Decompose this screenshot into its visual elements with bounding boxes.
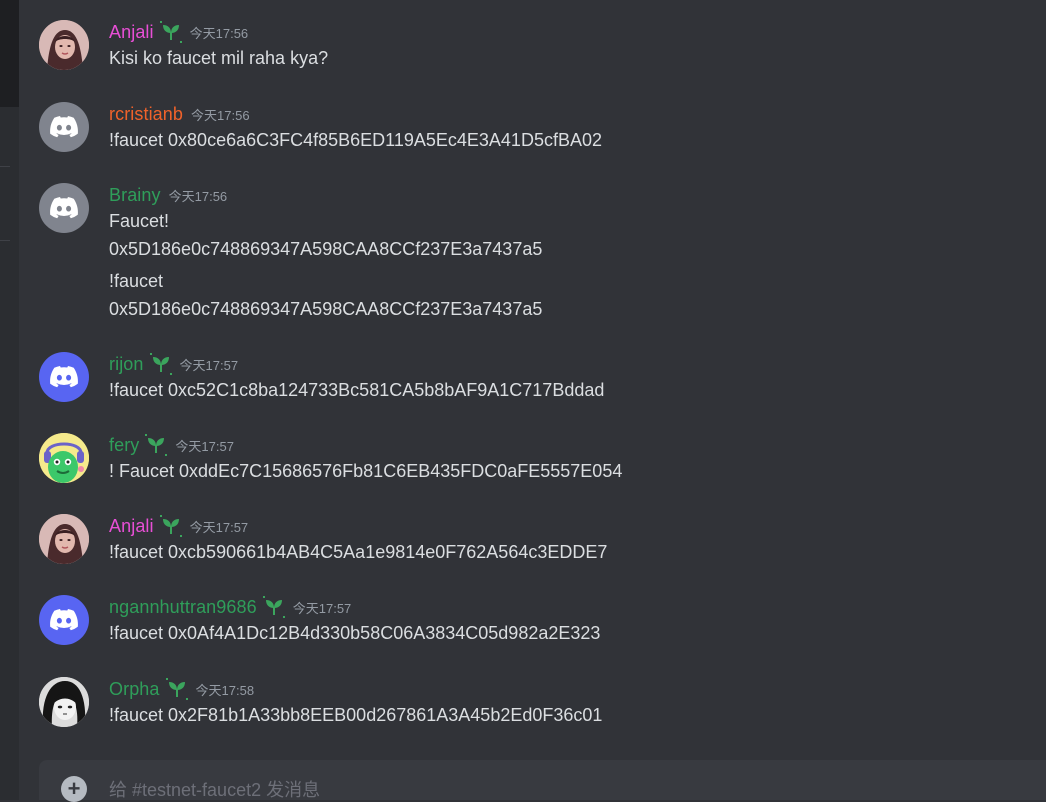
message-text: 0x5D186e0c748869347A598CAA8CCf237E3a7437… xyxy=(109,239,543,259)
timestamp[interactable]: 今天17:56 xyxy=(191,105,250,124)
username[interactable]: fery xyxy=(109,435,139,456)
sidebar-divider xyxy=(0,166,10,167)
message-text: !faucet 0x2F81b1A33bb8EEB00d267861A3A45b… xyxy=(109,705,603,725)
message-input[interactable]: 给 #testnet-faucet2 发消息 xyxy=(109,776,320,802)
sprout-badge-icon[interactable] xyxy=(149,353,172,375)
sidebar-divider xyxy=(0,240,10,241)
sprout-badge-icon[interactable] xyxy=(145,434,168,456)
message-text: ! Faucet 0xddEc7C15686576Fb81C6EB435FDC0… xyxy=(109,461,623,481)
message-list[interactable]: Anjali 今天17:56 Kisi ko faucet mil raha k… xyxy=(19,0,1046,760)
message-composer[interactable]: + 给 #testnet-faucet2 发消息 xyxy=(39,760,1046,802)
user-avatar[interactable] xyxy=(39,514,89,564)
username[interactable]: Orpha xyxy=(109,679,160,700)
sprout-badge-icon[interactable] xyxy=(159,21,182,43)
username[interactable]: rijon xyxy=(109,354,144,375)
username[interactable]: rcristianb xyxy=(109,104,183,125)
user-avatar[interactable] xyxy=(39,183,89,233)
plus-circle-icon[interactable]: + xyxy=(61,776,87,802)
user-avatar[interactable] xyxy=(39,102,89,152)
timestamp[interactable]: 今天17:57 xyxy=(175,436,234,455)
timestamp[interactable]: 今天17:57 xyxy=(190,517,249,536)
message-text: !faucet 0x80ce6a6C3FC4f85B6ED119A5Ec4E3A… xyxy=(109,130,602,150)
message-text: !faucet 0xc52C1c8ba124733Bc581CA5b8bAF9A… xyxy=(109,380,605,400)
username[interactable]: ngannhuttran9686 xyxy=(109,597,257,618)
cartoon-creature-avatar-icon xyxy=(39,433,89,483)
sprout-badge-icon[interactable] xyxy=(159,515,182,537)
user-avatar[interactable] xyxy=(39,20,89,70)
user-avatar[interactable] xyxy=(39,595,89,645)
message-text: Kisi ko faucet mil raha kya? xyxy=(109,48,329,68)
timestamp[interactable]: 今天17:56 xyxy=(169,186,228,205)
sidebar-thumbnail xyxy=(0,0,19,107)
message-text: !faucet 0xcb590661b4AB4C5Aa1e9814e0F762A… xyxy=(109,542,608,562)
username[interactable]: Brainy xyxy=(109,185,161,206)
message-text: !faucet xyxy=(109,271,164,291)
message-text: !faucet 0x0Af4A1Dc12B4d330b58C06A3834C05… xyxy=(109,623,601,643)
timestamp[interactable]: 今天17:58 xyxy=(196,680,255,699)
avatar-photo-icon xyxy=(39,20,89,70)
timestamp[interactable]: 今天17:57 xyxy=(180,355,239,374)
user-avatar[interactable] xyxy=(39,433,89,483)
user-avatar[interactable] xyxy=(39,677,89,727)
discord-logo-icon xyxy=(50,609,78,631)
sprout-badge-icon[interactable] xyxy=(165,678,188,700)
channel-sidebar-edge xyxy=(0,0,19,800)
anime-character-avatar-icon xyxy=(39,677,89,727)
discord-logo-icon xyxy=(50,197,78,219)
message-text: Faucet! xyxy=(109,211,170,231)
username[interactable]: Anjali xyxy=(109,516,154,537)
message-text: 0x5D186e0c748869347A598CAA8CCf237E3a7437… xyxy=(109,299,543,319)
timestamp[interactable]: 今天17:57 xyxy=(293,598,352,617)
avatar-photo-icon xyxy=(39,514,89,564)
username[interactable]: Anjali xyxy=(109,22,154,43)
discord-logo-icon xyxy=(50,366,78,388)
user-avatar[interactable] xyxy=(39,352,89,402)
discord-logo-icon xyxy=(50,116,78,138)
timestamp[interactable]: 今天17:56 xyxy=(190,23,249,42)
sprout-badge-icon[interactable] xyxy=(262,596,285,618)
